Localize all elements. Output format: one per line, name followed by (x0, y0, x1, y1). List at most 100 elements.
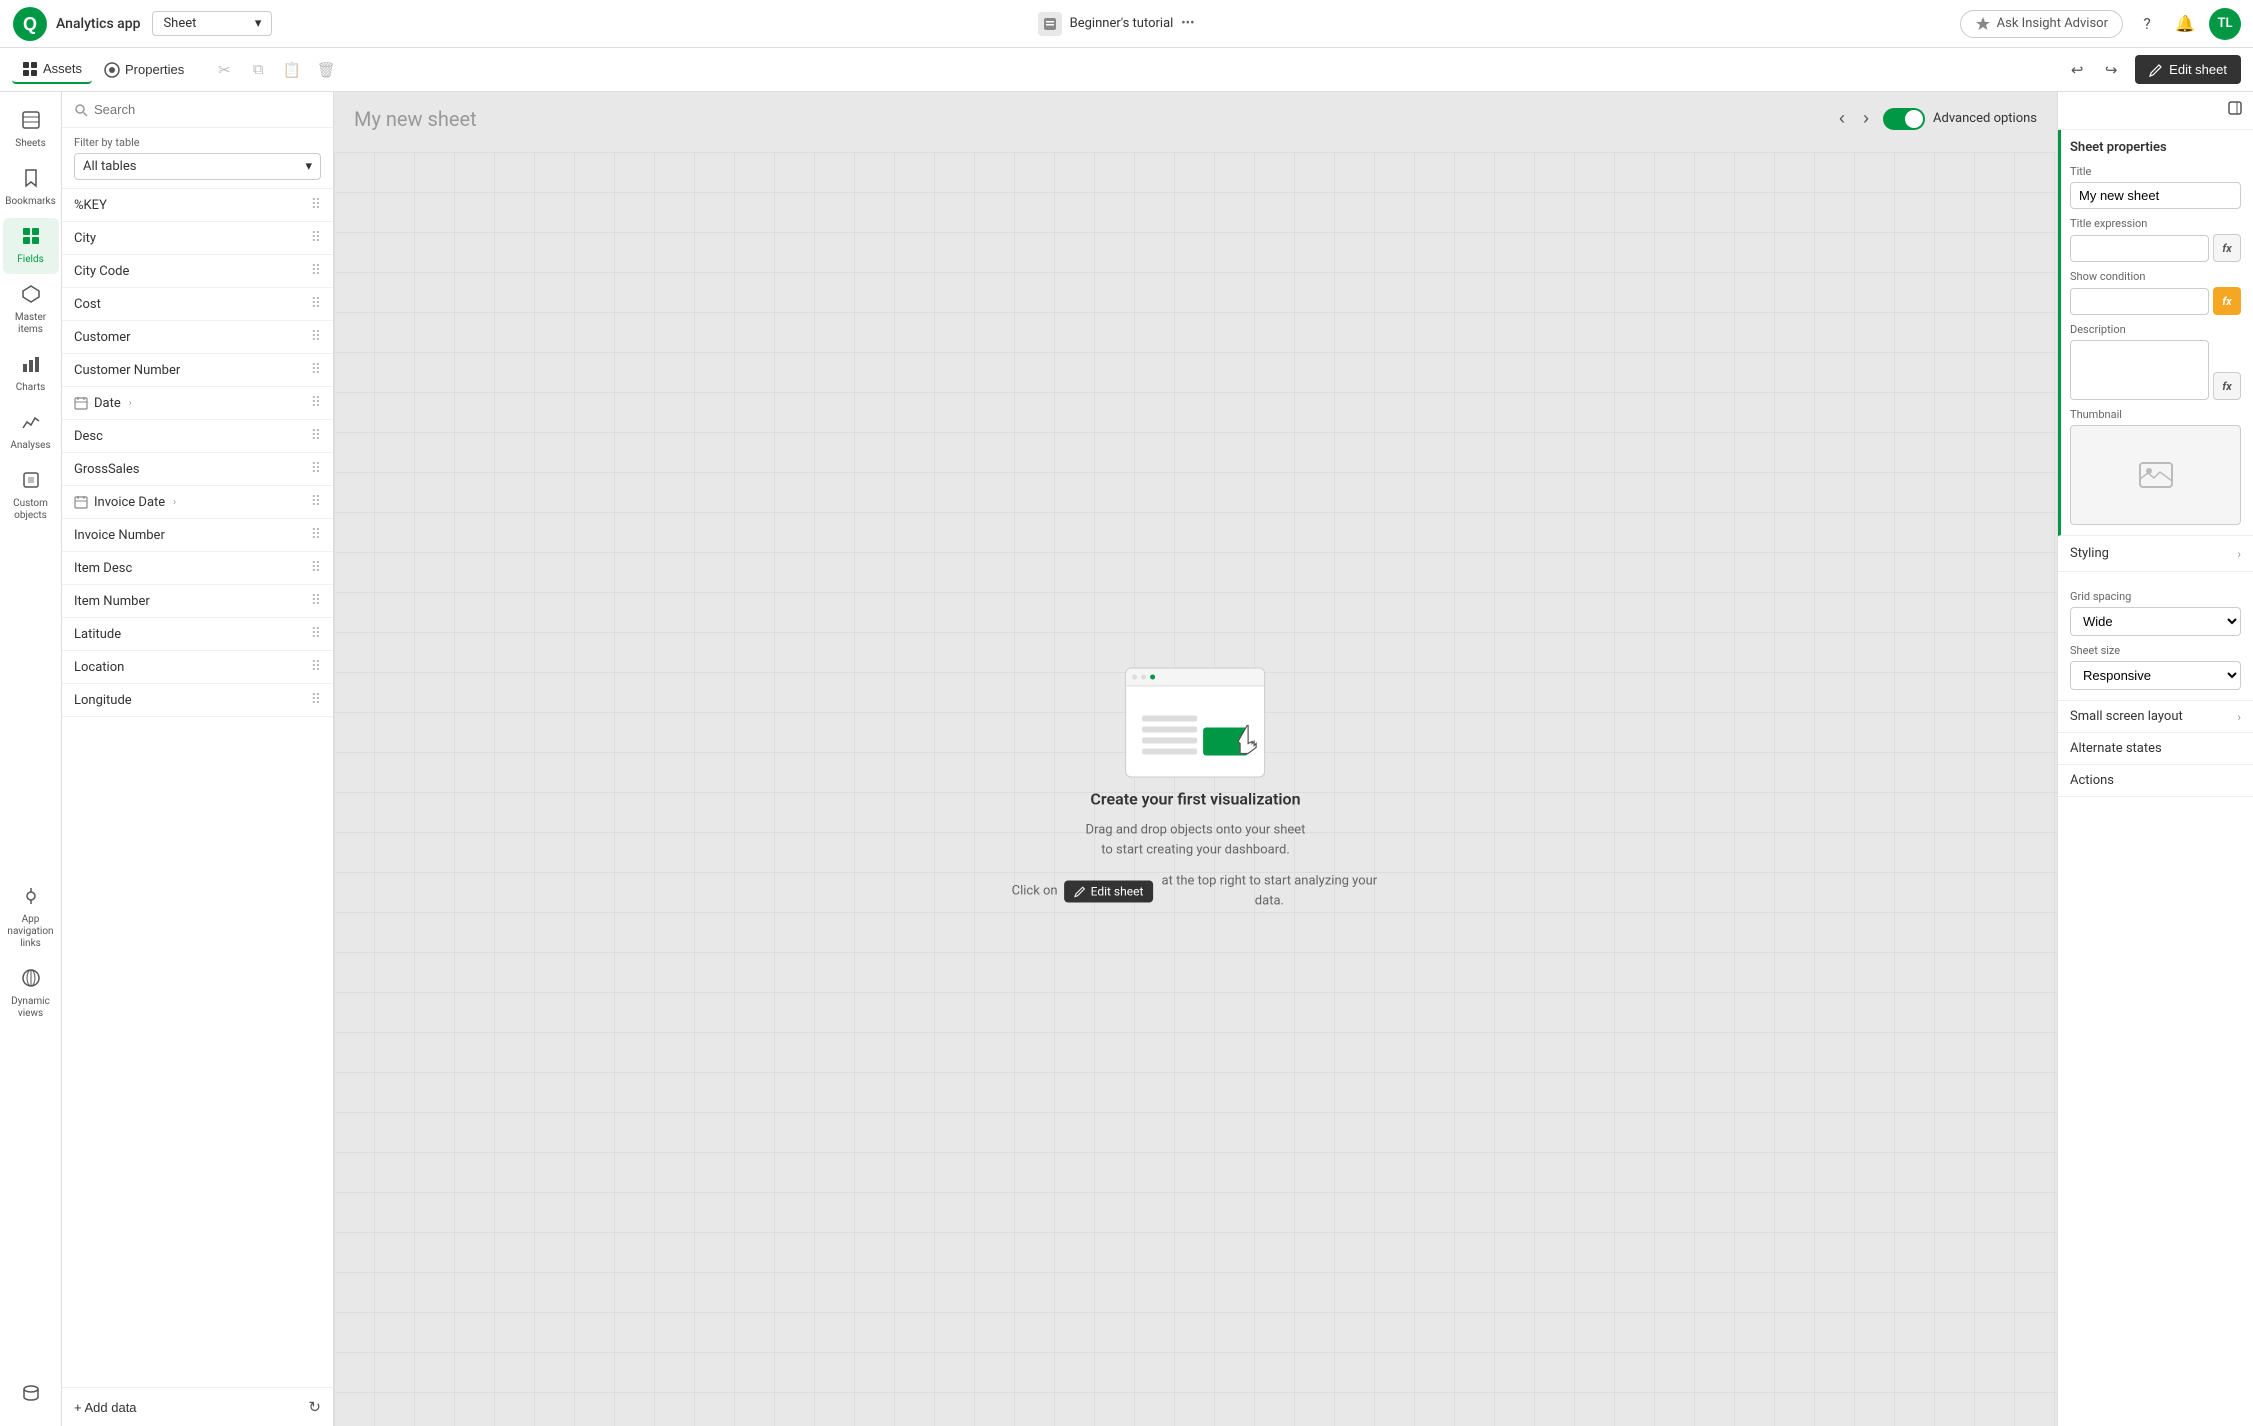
assets-tab[interactable]: Assets (12, 56, 92, 84)
viz-illustration (1125, 668, 1265, 778)
navbar: Q Analytics app Sheet ▾ Beginner's tutor… (0, 0, 2253, 48)
description-label: Description (2070, 323, 2241, 336)
title-input[interactable] (2070, 182, 2241, 209)
field-item[interactable]: Item Number ⠿ (62, 585, 333, 618)
drag-handle-icon[interactable]: ⠿ (311, 362, 321, 378)
drag-handle-icon[interactable]: ⠿ (311, 296, 321, 312)
alternate-states-item[interactable]: Alternate states (2058, 733, 2253, 765)
thumbnail-placeholder-icon (2138, 457, 2174, 493)
edit-inline-icon (1074, 885, 1086, 897)
properties-tab[interactable]: Properties (94, 57, 194, 83)
tutorial-more-btn[interactable]: ••• (1181, 16, 1194, 31)
undo-btn[interactable]: ↩ (2061, 54, 2093, 86)
drag-handle-icon[interactable]: ⠿ (311, 593, 321, 609)
drag-handle-icon[interactable]: ⠿ (311, 527, 321, 543)
redo-btn[interactable]: ↪ (2095, 54, 2127, 86)
sidebar-item-app-nav[interactable]: App navigation links (3, 878, 59, 958)
properties-panel: Sheet properties Title Title expression … (2057, 92, 2253, 1426)
props-collapse (2058, 92, 2253, 130)
help-icon[interactable]: ? (2133, 10, 2161, 38)
drag-handle-icon[interactable]: ⠿ (311, 395, 321, 411)
filter-dropdown[interactable]: All tables ▾ (74, 153, 321, 180)
create-viz-desc2: Click on (1012, 881, 1058, 901)
field-item[interactable]: Item Desc ⠿ (62, 552, 333, 585)
show-condition-input[interactable] (2070, 288, 2209, 315)
drag-handle-icon[interactable]: ⠿ (311, 329, 321, 345)
grid-spacing-select[interactable]: Wide (2070, 607, 2241, 636)
sidebar-item-bookmarks[interactable]: Bookmarks (3, 160, 59, 216)
field-item[interactable]: Date › ⠿ (62, 387, 333, 420)
drag-handle-icon[interactable]: ⠿ (311, 461, 321, 477)
custom-objects-label: Custom objects (7, 498, 55, 522)
field-item[interactable]: Latitude ⠿ (62, 618, 333, 651)
fields-label: Fields (17, 254, 44, 266)
advanced-options-toggle[interactable] (1883, 108, 1925, 130)
drag-handle-icon[interactable]: ⠿ (311, 428, 321, 444)
sheet-dropdown[interactable]: Sheet ▾ (152, 11, 272, 36)
field-item[interactable]: Location ⠿ (62, 651, 333, 684)
refresh-btn[interactable]: ↻ (308, 1398, 321, 1416)
field-item[interactable]: Longitude ⠿ (62, 684, 333, 717)
canvas-center: Create your first visualization Drag and… (1012, 668, 1380, 911)
description-textarea[interactable] (2070, 340, 2209, 400)
actions-item[interactable]: Actions (2058, 765, 2253, 797)
field-item[interactable]: %KEY ⠿ (62, 189, 333, 222)
copy-btn[interactable]: ⧉ (242, 54, 274, 86)
show-condition-fx-btn[interactable]: fx (2213, 287, 2241, 315)
canvas-next-btn[interactable]: › (1859, 104, 1873, 133)
drag-handle-icon[interactable]: ⠿ (311, 494, 321, 510)
sheet-size-select[interactable]: Responsive (2070, 661, 2241, 690)
description-fx-btn[interactable]: fx (2213, 372, 2241, 400)
edit-sheet-btn[interactable]: Edit sheet (2135, 55, 2241, 84)
drag-handle-icon[interactable]: ⠿ (311, 626, 321, 642)
add-data-btn[interactable]: + Add data (74, 1400, 137, 1415)
sidebar-item-sheets[interactable]: Sheets (3, 102, 59, 158)
canvas-prev-btn[interactable]: ‹ (1835, 104, 1849, 133)
field-item[interactable]: Cost ⠿ (62, 288, 333, 321)
field-item[interactable]: Customer ⠿ (62, 321, 333, 354)
canvas-area: My new sheet ‹ › Advanced options (334, 92, 2057, 1426)
field-item[interactable]: City Code ⠿ (62, 255, 333, 288)
field-item[interactable]: Invoice Number ⠿ (62, 519, 333, 552)
sidebar-item-data[interactable] (3, 1375, 59, 1416)
sheets-label: Sheets (15, 138, 45, 150)
title-expr-input[interactable] (2070, 235, 2209, 262)
show-condition-row: fx (2070, 287, 2241, 315)
drag-handle-icon[interactable]: ⠿ (311, 230, 321, 246)
sidebar-item-master-items[interactable]: Master items (3, 276, 59, 344)
insight-advisor-btn[interactable]: Ask Insight Advisor (1960, 10, 2123, 38)
drag-handle-icon[interactable]: ⠿ (311, 692, 321, 708)
drag-handle-icon[interactable]: ⠿ (311, 263, 321, 279)
search-input[interactable] (94, 102, 321, 117)
field-item[interactable]: Desc ⠿ (62, 420, 333, 453)
styling-row[interactable]: Styling › (2058, 536, 2253, 572)
drag-handle-icon[interactable]: ⠿ (311, 659, 321, 675)
avatar[interactable]: TL (2209, 8, 2241, 40)
field-item[interactable]: Customer Number ⠿ (62, 354, 333, 387)
field-item[interactable]: City ⠿ (62, 222, 333, 255)
create-viz-title: Create your first visualization (1090, 790, 1300, 809)
drag-handle-icon[interactable]: ⠿ (311, 560, 321, 576)
dynamic-views-icon (21, 968, 41, 993)
sidebar-item-charts[interactable]: Charts (3, 346, 59, 402)
sidebar-item-dynamic-views[interactable]: Dynamic views (3, 960, 59, 1028)
paste-btn[interactable]: 📋 (276, 54, 308, 86)
small-screen-layout-item[interactable]: Small screen layout › (2058, 701, 2253, 733)
fields-icon (21, 226, 41, 251)
styling-chevron-icon: › (2237, 547, 2241, 561)
sidebar-item-custom-objects[interactable]: Custom objects (3, 462, 59, 530)
calendar-icon (74, 396, 88, 410)
drag-handle-icon[interactable]: ⠿ (311, 197, 321, 213)
sidebar-item-analyses[interactable]: Analyses (3, 404, 59, 460)
cut-btn[interactable]: ✂ (208, 54, 240, 86)
analyses-icon (21, 412, 41, 437)
title-expr-fx-btn[interactable]: fx (2213, 234, 2241, 262)
notifications-icon[interactable]: 🔔 (2171, 10, 2199, 38)
field-item[interactable]: Invoice Date › ⠿ (62, 486, 333, 519)
thumbnail-box[interactable] (2070, 425, 2241, 525)
field-item[interactable]: GrossSales ⠿ (62, 453, 333, 486)
collapse-panel-btn[interactable] (2227, 100, 2243, 121)
filter-label: Filter by table (74, 136, 321, 149)
delete-btn[interactable]: 🗑 (310, 54, 342, 86)
sidebar-item-fields[interactable]: Fields (3, 218, 59, 274)
